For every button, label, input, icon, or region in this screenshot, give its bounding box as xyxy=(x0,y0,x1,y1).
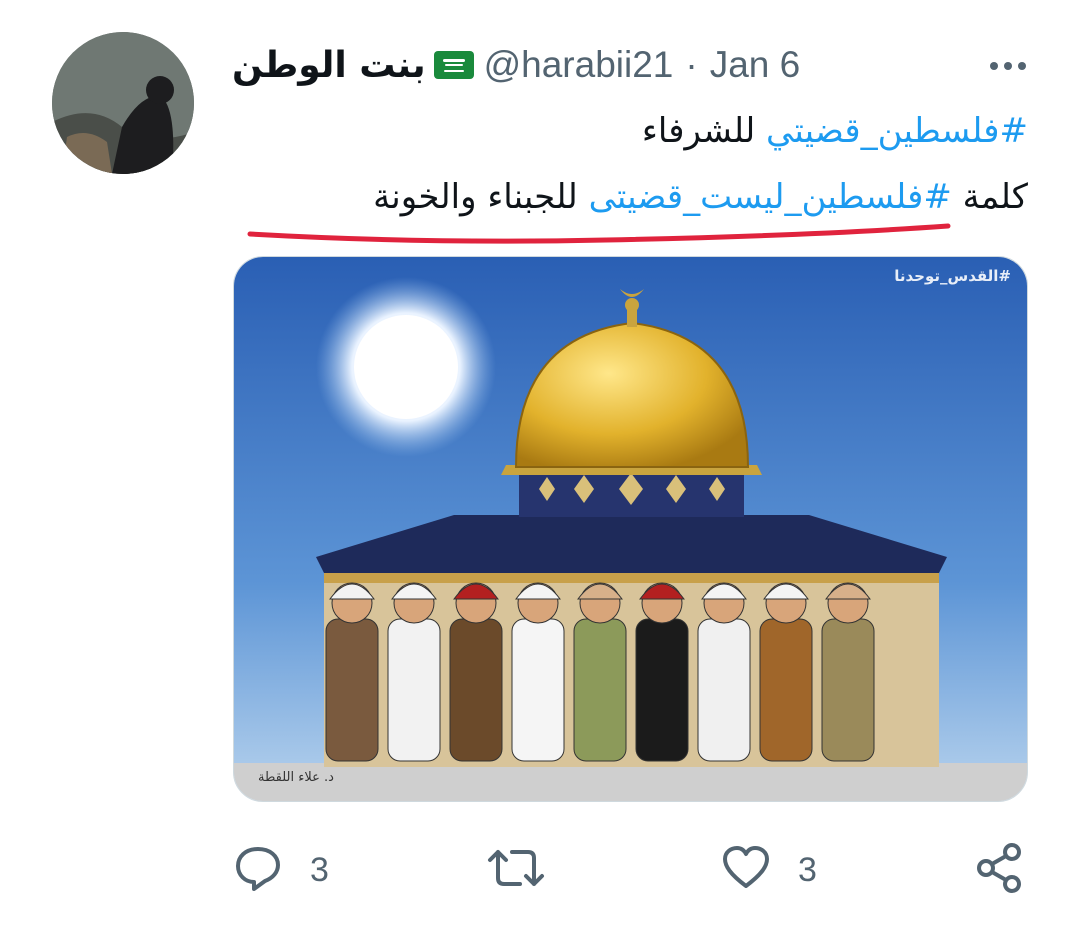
retweet-icon xyxy=(486,842,546,898)
tweet-date[interactable]: Jan 6 xyxy=(710,44,801,86)
media-caption: #القدس_توحدنا xyxy=(894,267,1011,285)
like-count: 3 xyxy=(798,850,817,889)
reply-button[interactable]: 3 xyxy=(232,840,329,900)
retweet-button[interactable] xyxy=(486,840,572,900)
heart-icon xyxy=(720,842,772,898)
text-segment: للشرفاء xyxy=(641,111,767,151)
reply-count: 3 xyxy=(310,850,329,889)
red-underline-annotation xyxy=(247,223,951,244)
text-segment: للجبناء والخونة xyxy=(373,177,589,217)
avatar[interactable] xyxy=(52,32,194,174)
hashtag-link[interactable]: #فلسطين_ليست_قضيتى xyxy=(589,177,952,217)
reply-icon xyxy=(232,842,284,898)
share-icon xyxy=(974,842,1026,898)
hashtag-link[interactable]: #فلسطين_قضيتي xyxy=(766,111,1028,151)
tweet-action-bar: 3 3 xyxy=(0,840,1080,900)
saudi-flag-icon xyxy=(433,51,474,79)
tweet-header: بنت الوطن @harabii21 · Jan 6 xyxy=(232,40,1032,90)
artist-signature: د. علاء اللقطة xyxy=(258,770,334,785)
text-segment: كلمة xyxy=(951,177,1028,217)
separator: · xyxy=(685,44,698,85)
share-button[interactable] xyxy=(974,840,1026,900)
tweet-text-line-1: #فلسطين_قضيتي للشرفاء xyxy=(232,98,1028,164)
author-display-name[interactable]: بنت الوطن xyxy=(232,45,426,86)
author-handle[interactable]: @harabii21 xyxy=(484,44,674,86)
tweet-media-image[interactable]: #القدس_توحدنا د. علاء اللقطة xyxy=(233,256,1028,802)
ellipsis-icon[interactable] xyxy=(984,46,1032,86)
like-button[interactable]: 3 xyxy=(720,840,817,900)
tweet-text: #فلسطين_قضيتي للشرفاء كلمة #فلسطين_ليست_… xyxy=(232,98,1028,230)
